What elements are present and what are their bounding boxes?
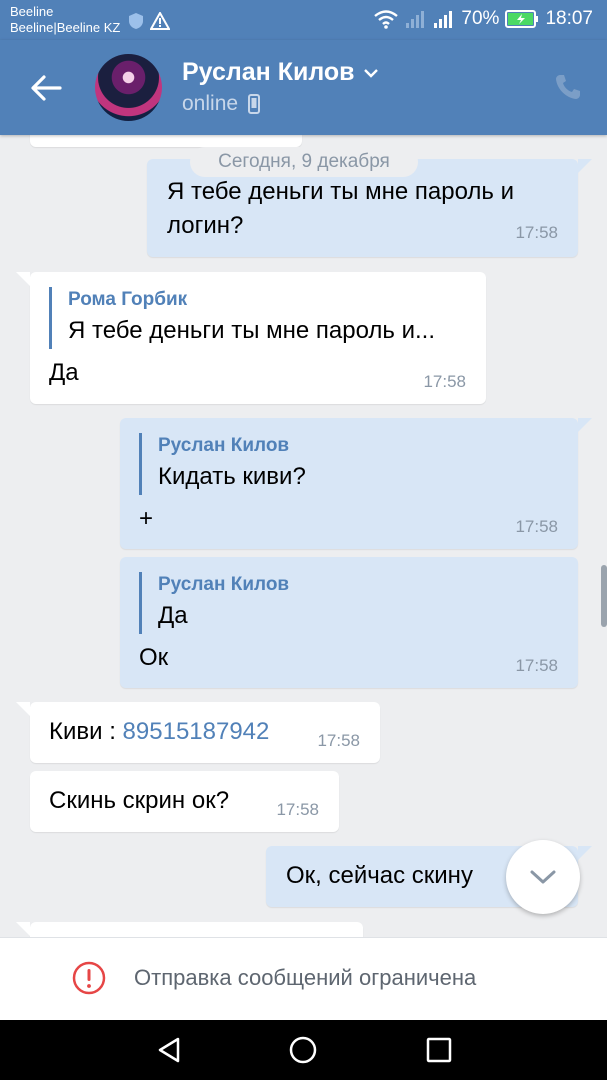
carrier-2: Beeline|Beeline KZ	[10, 20, 121, 35]
nav-recents-icon[interactable]	[424, 1035, 454, 1065]
message-text: Скинь скрин ок?	[49, 787, 230, 814]
message-bubble-partial-bottom	[16, 922, 363, 937]
message-bubble-out[interactable]: Руслан Килов Кидать киви? + 17:58	[120, 418, 592, 549]
message-time: 17:58	[317, 731, 360, 750]
system-navigation-bar	[0, 1020, 607, 1080]
scroll-to-bottom-button[interactable]	[506, 840, 580, 914]
status-right: 70% 18:07	[373, 8, 593, 30]
chat-header: Руслан Килов online	[0, 40, 607, 135]
back-arrow-icon[interactable]	[28, 70, 64, 106]
error-icon	[72, 961, 106, 995]
reply-text: Кидать киви?	[158, 463, 306, 490]
messaging-restricted-bar: Отправка сообщений ограничена	[0, 937, 607, 1021]
date-separator: Сегодня, 9 декабря	[190, 147, 418, 177]
phone-call-icon[interactable]	[553, 72, 583, 102]
reply-author: Руслан Килов	[158, 574, 290, 595]
message-time: 17:58	[515, 223, 558, 242]
battery-charging-icon	[505, 10, 539, 28]
message-time: 17:58	[276, 800, 319, 819]
chevron-down-icon	[363, 68, 378, 78]
signal-icon-sim2	[434, 11, 453, 28]
wifi-icon	[374, 10, 399, 29]
reply-quote[interactable]: Рома Горбик Я тебе деньги ты мне пароль …	[49, 287, 468, 349]
nav-home-icon[interactable]	[288, 1035, 318, 1065]
presence-status: online	[182, 92, 261, 116]
battery-percent: 70%	[461, 8, 500, 29]
message-bubble-in[interactable]: Рома Горбик Я тебе деньги ты мне пароль …	[16, 272, 486, 404]
online-label: online	[182, 92, 239, 115]
signal-icon-sim1	[406, 11, 425, 28]
notification-icons	[128, 12, 170, 30]
reply-quote[interactable]: Руслан Килов Кидать киви?	[139, 433, 558, 495]
warning-icon	[150, 12, 170, 30]
mobile-device-icon	[248, 94, 261, 114]
reply-author: Рома Горбик	[68, 289, 188, 310]
message-text-line: логин?	[167, 212, 244, 239]
shield-icon	[129, 13, 143, 29]
message-text: Я тебе деньги ты мне пароль и логин?	[167, 175, 567, 243]
message-text: Да	[49, 359, 79, 386]
contact-name-label: Руслан Килов	[182, 58, 355, 86]
message-bubble-partial-top	[30, 135, 302, 147]
message-text-prefix: Киви :	[49, 718, 123, 745]
reply-quote[interactable]: Руслан Килов Да	[139, 572, 558, 634]
message-text: Киви : 89515187942	[49, 715, 269, 749]
status-bar: Beeline Beeline|Beeline KZ 70% 18:07	[0, 0, 607, 40]
reply-text: Я тебе деньги ты мне пароль и...	[68, 317, 436, 344]
scroll-indicator[interactable]	[601, 565, 607, 627]
nav-back-icon[interactable]	[154, 1035, 184, 1065]
message-text: Ок	[139, 644, 169, 671]
message-list[interactable]: Сегодня, 9 декабря Я тебе деньги ты мне …	[0, 135, 607, 937]
reply-author: Руслан Килов	[158, 435, 290, 456]
avatar[interactable]	[95, 54, 162, 121]
carrier-info: Beeline Beeline|Beeline KZ	[10, 4, 120, 36]
chevron-down-icon	[530, 870, 556, 884]
message-text: +	[139, 505, 154, 532]
phone-number-link[interactable]: 89515187942	[123, 718, 270, 745]
clock: 18:07	[545, 8, 593, 29]
contact-name[interactable]: Руслан Килов	[182, 58, 379, 87]
reply-text: Да	[158, 602, 188, 629]
message-time: 17:58	[515, 517, 558, 536]
message-bubble-out[interactable]: Руслан Килов Да Ок 17:58	[120, 557, 578, 688]
message-time: 17:58	[423, 372, 466, 391]
carrier-1: Beeline	[10, 4, 54, 19]
message-bubble-in[interactable]: Киви : 89515187942 17:58	[16, 702, 380, 763]
message-bubble-in[interactable]: Скинь скрин ок? 17:58	[30, 771, 339, 832]
message-time: 17:58	[515, 656, 558, 675]
message-text-line: Я тебе деньги ты мне пароль и	[167, 178, 515, 205]
restriction-text: Отправка сообщений ограничена	[134, 965, 477, 990]
message-text: Ок, сейчас скину	[286, 862, 473, 889]
